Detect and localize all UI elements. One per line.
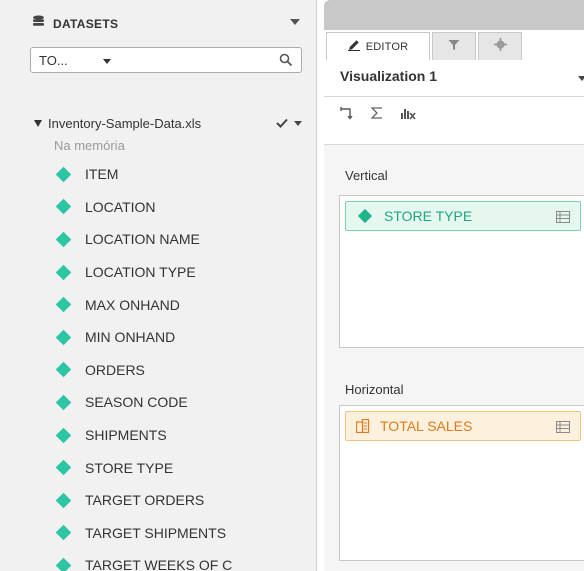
field-label: LOCATION [85,198,156,215]
vertical-dropzone[interactable]: STORE TYPE [339,195,584,348]
grid-icon[interactable] [556,210,570,226]
field-item[interactable]: LOCATION NAME [55,223,312,256]
field-label: SEASON CODE [85,394,188,411]
field-item[interactable]: LOCATION [55,191,312,224]
attribute-diamond-icon [55,264,72,280]
measure-icon [356,419,370,433]
attribute-diamond-icon [55,362,72,378]
vertical-pill[interactable]: STORE TYPE [345,201,581,231]
attribute-diamond-icon [55,296,72,313]
horizontal-pill[interactable]: TOTAL SALES [345,411,581,441]
editor-tabs: EDITOR [326,32,524,62]
attribute-diamond-icon [55,459,72,476]
field-list: ITEM LOCATION LOCATION NAME LOCATION TYPE MA… [55,158,312,571]
field-item[interactable]: ITEM [55,158,312,191]
editor-top-bar [324,0,584,30]
attribute-diamond-icon [55,329,72,346]
editor-toolbar [340,106,416,125]
field-item[interactable]: STORE TYPE [55,451,312,484]
field-item[interactable]: TARGET ORDERS [55,484,312,517]
field-label: STORE TYPE [85,459,174,476]
field-label: MIN ONHAND [85,329,176,346]
field-item[interactable]: MAX ONHAND [55,288,312,321]
attribute-diamond-icon [55,231,72,248]
datasource-select[interactable]: TO... [30,47,302,73]
attribute-diamond-icon [55,199,72,215]
field-item[interactable]: SHIPMENTS [55,419,312,452]
attribute-diamond-icon [55,557,72,571]
horizontal-label: Horizontal [345,382,404,397]
field-item[interactable]: MIN ONHAND [55,321,312,354]
attribute-diamond-icon [55,394,72,411]
attribute-diamond-icon [55,492,72,509]
horizontal-dropzone[interactable]: TOTAL SALES [339,405,584,561]
tab-editor-label: EDITOR [365,40,409,53]
dataset-tree: Inventory-Sample-Data.xls [34,114,306,132]
vertical-pill-label: STORE TYPE [384,208,473,224]
check-icon [276,116,288,131]
field-label: TARGET WEEKS OF C [85,557,233,571]
tab-filter[interactable] [432,32,476,60]
grid-icon[interactable] [556,420,570,436]
tab-editor[interactable]: EDITOR [326,32,430,60]
swap-axes-icon[interactable] [340,106,354,125]
pencil-icon [347,39,360,54]
field-item[interactable]: SEASON CODE [55,386,312,419]
dataset-file-row[interactable]: Inventory-Sample-Data.xls [34,114,306,132]
field-label: LOCATION TYPE [85,264,196,281]
dataset-file-menu-caret[interactable] [294,121,302,126]
field-item[interactable]: TARGET WEEKS OF C [55,549,312,571]
field-label: ORDERS [85,361,145,378]
visualization-menu-caret[interactable] [578,76,584,81]
attribute-diamond-icon [55,166,72,183]
toolbar-bottom-divider [324,144,584,145]
field-label: TARGET SHIPMENTS [85,524,227,541]
gear-icon [493,37,507,56]
field-label: LOCATION NAME [85,231,200,248]
visualization-title[interactable]: Visualization 1 [340,68,437,84]
sum-icon[interactable] [370,106,384,125]
attribute-diamond-icon [55,525,72,541]
dataset-file-name: Inventory-Sample-Data.xls [48,115,202,131]
dataset-status: Na memória [54,138,125,153]
dataset-file-actions [276,116,302,131]
field-item[interactable]: TARGET SHIPMENTS [55,517,312,550]
datasource-select-value: TO... [39,53,68,68]
field-label: SHIPMENTS [85,427,167,444]
datasets-menu-caret[interactable] [290,19,300,25]
horizontal-pill-label: TOTAL SALES [380,418,473,434]
clear-chart-icon[interactable] [400,106,416,125]
toolbar-divider [324,96,584,97]
field-item[interactable]: ORDERS [55,354,312,387]
datasets-panel: DATASETS TO... Inventory-Sample-Data.xls… [0,0,317,571]
filter-icon [448,38,460,56]
datasets-header[interactable]: DATASETS [32,15,302,33]
expand-triangle-icon[interactable] [34,119,42,127]
field-label: ITEM [85,166,119,183]
vertical-label: Vertical [345,168,388,183]
attribute-diamond-icon [55,427,72,443]
field-label: TARGET ORDERS [85,492,205,509]
field-label: MAX ONHAND [85,296,180,313]
database-icon [32,15,45,33]
search-icon[interactable] [279,53,293,72]
field-item[interactable]: LOCATION TYPE [55,256,312,289]
tab-settings[interactable] [478,32,522,60]
chevron-down-icon [103,59,111,64]
attribute-diamond-icon [357,208,373,224]
datasets-title: DATASETS [53,17,119,31]
